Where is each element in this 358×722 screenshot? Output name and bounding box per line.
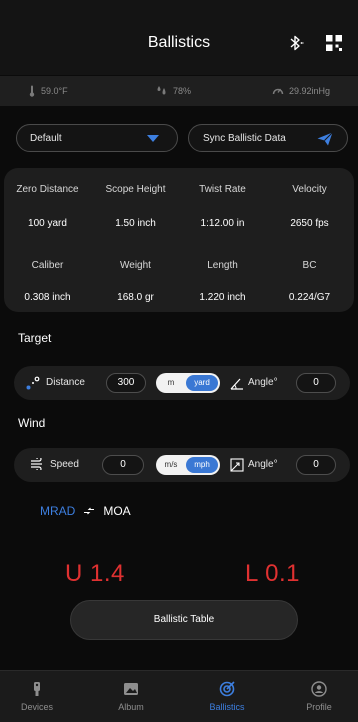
send-icon [317,132,333,146]
param-label: Length [207,260,238,271]
ballistic-table-button[interactable]: Ballistic Table [70,600,298,640]
distance-label: Distance [46,377,85,388]
unit-option-m[interactable]: m [156,373,186,393]
angle-icon [230,378,243,390]
speed-label: Speed [50,459,79,470]
tab-label: Ballistics [209,702,245,712]
wind-unit-toggle[interactable]: m/s mph [156,455,220,475]
temperature-reading: 59.0°F [28,85,68,97]
temperature-value: 59.0°F [41,86,68,96]
param-value: 2650 fps [290,218,329,229]
param-label: Weight [120,260,151,271]
param-value: 0.308 inch [24,292,71,303]
wind-section-title: Wind [18,416,46,430]
tab-label: Profile [306,702,332,712]
bottom-tab-bar: Devices Album Ballistics Profile [0,670,358,722]
param-value: 0.224/G7 [288,292,331,303]
param-value: 1.220 inch [199,292,246,303]
param-label: Twist Rate [199,184,246,195]
sync-button-label: Sync Ballistic Data [203,132,286,144]
target-row: Distance 300 m yard Angle° 0 [14,366,350,400]
profile-dropdown-value: Default [30,132,62,144]
distance-unit-toggle[interactable]: m yard [156,373,220,393]
tab-album[interactable]: Album [96,681,166,712]
humidity-icon [157,86,166,95]
humidity-value: 78% [173,85,192,96]
windage-adjustment: L 0.1 [245,560,300,587]
gauge-icon [272,88,284,95]
unit-mrad[interactable]: MRAD [40,504,75,518]
app-header: Ballistics [0,0,358,75]
param-value: 168.0 gr [117,292,154,303]
param-label: Zero Distance [16,184,79,195]
unit-option-mps[interactable]: m/s [156,455,186,475]
page-title: Ballistics [147,34,211,51]
unit-moa[interactable]: MOA [103,504,130,518]
tab-devices[interactable]: Devices [2,681,72,712]
thermometer-icon [29,85,35,97]
unit-option-mph[interactable]: mph [186,457,218,473]
pressure-reading: 29.92inHg [272,85,330,96]
pressure-value: 29.92inHg [289,85,331,96]
param-label: Velocity [292,184,327,195]
wind-angle-icon [230,458,244,472]
profile-icon [311,681,327,697]
param-label: Caliber [31,260,64,271]
humidity-reading: 78% [156,85,191,96]
wind-speed-input[interactable]: 0 [102,455,144,475]
ballistics-icon [219,681,235,697]
param-value: 1:12.00 in [200,218,245,229]
dropdown-arrow-icon [147,135,159,142]
param-label: Scope Height [105,184,166,195]
target-angle-label: Angle° [248,377,278,388]
swap-icon [84,507,95,515]
ballistic-parameters-card[interactable]: Zero Distance Scope Height Twist Rate Ve… [4,168,354,312]
environment-bar: 59.0°F 78% 29.92inHg [0,76,358,106]
elevation-adjustment: U 1.4 [65,560,125,587]
tab-label: Album [118,702,144,712]
param-value: 100 yard [28,218,67,229]
target-section-title: Target [18,331,52,345]
rangefinder-icon [34,682,40,696]
wind-angle-input[interactable]: 0 [296,455,336,475]
album-icon [124,683,138,695]
distance-input[interactable]: 300 [106,373,146,393]
sync-ballistic-data-button[interactable]: Sync Ballistic Data [188,124,348,152]
wind-angle-label: Angle° [248,459,278,470]
tab-label: Devices [20,702,53,712]
wind-icon [31,458,42,470]
param-value: 1.50 inch [115,218,156,229]
units-switch[interactable]: MRAD MOA [40,504,131,518]
distance-icon [26,376,40,390]
scan-icon[interactable] [325,34,343,52]
wind-row: Speed 0 m/s mph Angle° 0 [14,448,350,482]
bluetooth-icon[interactable] [288,34,304,52]
profile-dropdown[interactable]: Default [16,124,178,152]
target-angle-input[interactable]: 0 [296,373,336,393]
unit-option-yard[interactable]: yard [186,375,218,391]
param-label: BC [302,260,317,271]
tab-ballistics[interactable]: Ballistics [192,681,262,712]
tab-profile[interactable]: Profile [284,681,354,712]
